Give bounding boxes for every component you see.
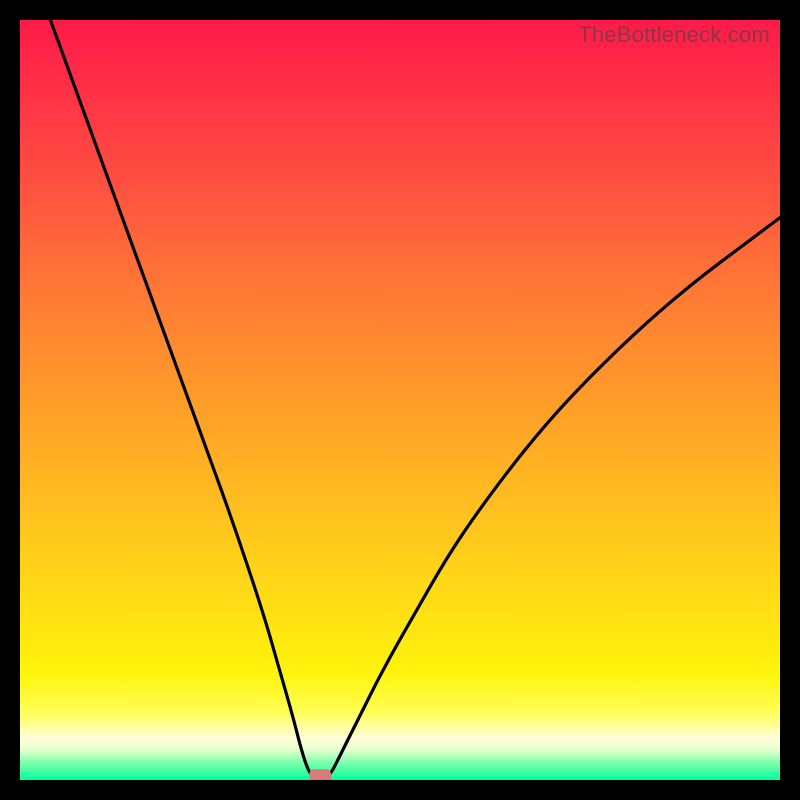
chart-frame: TheBottleneck.com	[0, 0, 800, 800]
optimal-point-marker	[309, 769, 331, 780]
curve-layer	[20, 20, 780, 780]
bottleneck-curve	[50, 20, 780, 780]
plot-area: TheBottleneck.com	[20, 20, 780, 780]
